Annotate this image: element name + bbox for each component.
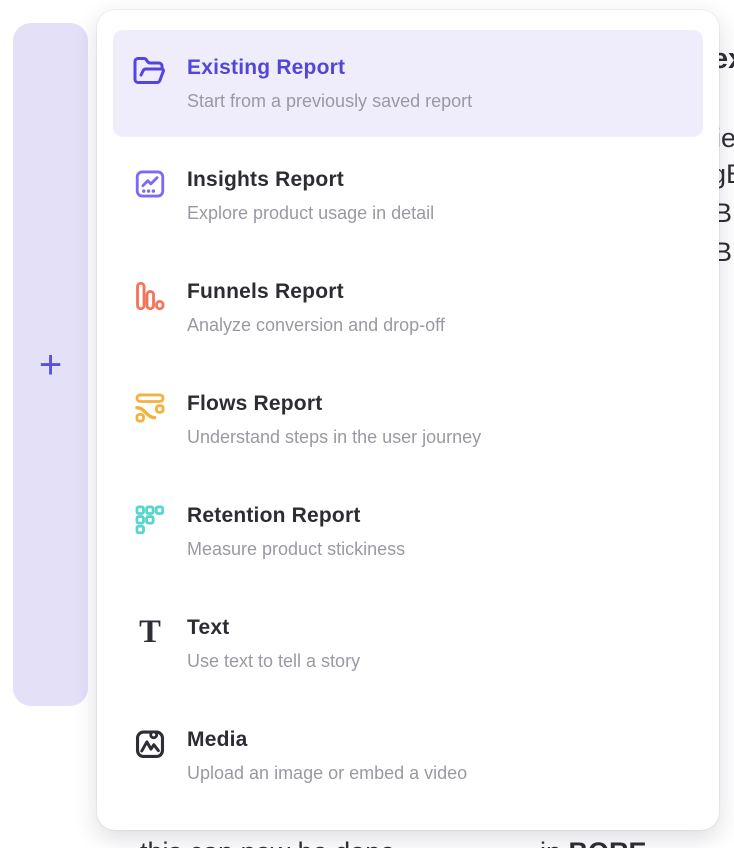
background-text-fragment: in	[540, 837, 569, 848]
menu-item-description: Understand steps in the user journey	[187, 426, 481, 448]
menu-item-insights-report[interactable]: Insights Report Explore product usage in…	[113, 142, 703, 249]
menu-item-existing-report[interactable]: Existing Report Start from a previously …	[113, 30, 703, 137]
menu-item-description: Explore product usage in detail	[187, 202, 434, 224]
add-button[interactable]: +	[39, 345, 62, 385]
menu-item-title: Media	[187, 727, 467, 753]
menu-item-title: Flows Report	[187, 391, 481, 417]
background-text-fragment: this can now be done	[140, 836, 395, 848]
menu-item-title: Existing Report	[187, 55, 472, 81]
menu-item-title: Retention Report	[187, 503, 405, 529]
line-chart-icon	[131, 165, 169, 203]
menu-item-description: Upload an image or embed a video	[187, 762, 467, 784]
menu-item-description: Start from a previously saved report	[187, 90, 472, 112]
menu-item-flows-report[interactable]: Flows Report Understand steps in the use…	[113, 366, 703, 473]
menu-item-retention-report[interactable]: Retention Report Measure product stickin…	[113, 478, 703, 585]
menu-item-media[interactable]: Media Upload an image or embed a video	[113, 702, 703, 809]
background-text-fragment: BORE	[569, 837, 647, 848]
retention-grid-icon	[131, 501, 169, 539]
add-report-menu: Existing Report Start from a previously …	[97, 10, 719, 830]
svg-text:T: T	[139, 615, 161, 649]
menu-item-title: Insights Report	[187, 167, 434, 193]
collapsed-section-rail: +	[13, 23, 88, 706]
menu-item-description: Use text to tell a story	[187, 650, 360, 672]
menu-item-title: Text	[187, 615, 360, 641]
folder-open-icon	[131, 53, 169, 91]
image-icon	[131, 725, 169, 763]
board-background: ex ie gB B B this can now be done in BOR…	[0, 0, 734, 848]
menu-item-description: Analyze conversion and drop-off	[187, 314, 445, 336]
flow-sankey-icon	[131, 389, 169, 427]
background-text-fragment: in BORE	[540, 836, 647, 848]
menu-item-description: Measure product stickiness	[187, 538, 405, 560]
text-icon: T	[131, 613, 169, 651]
menu-item-text[interactable]: T Text Use text to tell a story	[113, 590, 703, 697]
funnel-bars-icon	[131, 277, 169, 315]
menu-item-title: Funnels Report	[187, 279, 445, 305]
menu-item-funnels-report[interactable]: Funnels Report Analyze conversion and dr…	[113, 254, 703, 361]
